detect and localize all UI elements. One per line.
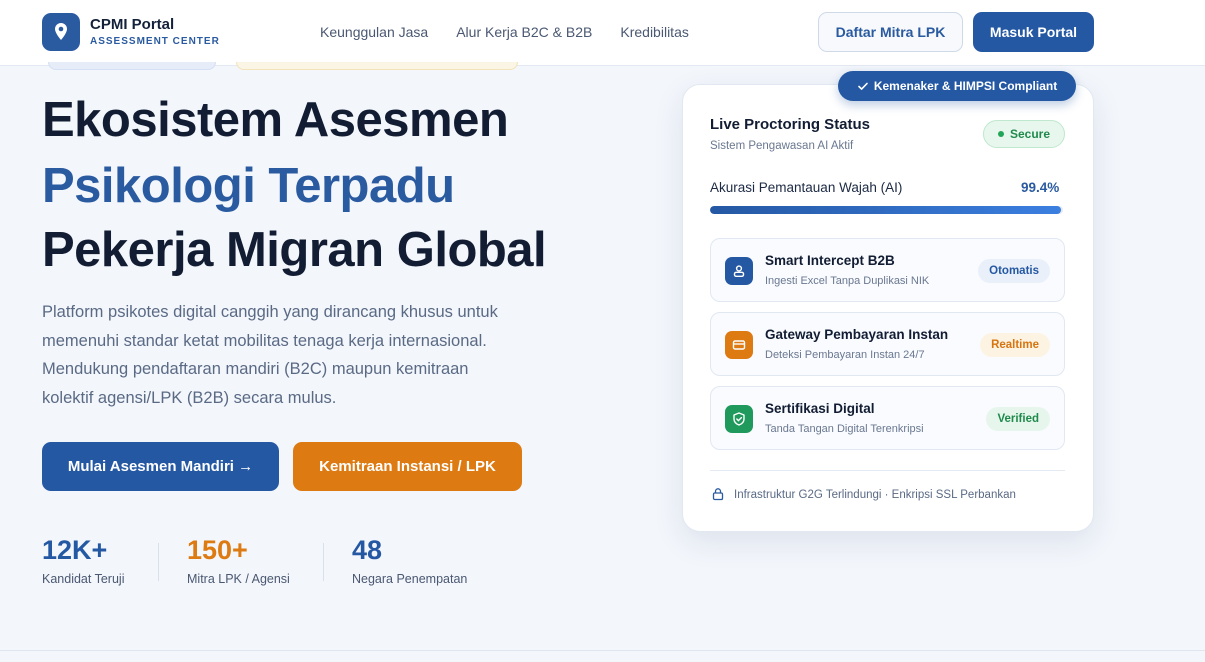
- credit-card-icon: [725, 331, 753, 359]
- stat-value: 48: [352, 535, 383, 565]
- section-divider: [0, 650, 1205, 651]
- stat-divider: [158, 543, 159, 581]
- hero-badge-peek: [236, 62, 518, 70]
- accuracy-label: Akurasi Pemantauan Wajah (AI): [710, 180, 903, 195]
- stat-label: Kandidat Teruji: [42, 572, 125, 586]
- feature-tag: Otomatis: [978, 259, 1050, 283]
- register-partner-button[interactable]: Daftar Mitra LPK: [818, 12, 963, 52]
- hero-heading-line2: Psikologi Terpadu: [42, 159, 455, 213]
- login-portal-button[interactable]: Masuk Portal: [973, 12, 1094, 52]
- hero-description: Platform psikotes digital canggih yang d…: [42, 303, 498, 407]
- brand-title: CPMI Portal: [90, 16, 175, 33]
- feature-smart-intercept: Smart Intercept B2B Ingesti Excel Tanpa …: [710, 238, 1065, 302]
- status-badge-label: Secure: [1009, 127, 1051, 141]
- status-dot-icon: [997, 131, 1004, 137]
- start-assessment-button[interactable]: Mulai Asesmen Mandiri →: [42, 442, 279, 491]
- stat-divider: [323, 543, 324, 581]
- stat-value: 12K+: [42, 535, 108, 565]
- compliance-badge: Kemenaker & HIMPSI Compliant: [838, 71, 1076, 101]
- feature-title: Gateway Pembayaran Instan: [765, 327, 949, 342]
- feature-subtitle: Deteksi Pembayaran Instan 24/7: [765, 349, 925, 361]
- nav-link-kredibilitas[interactable]: Kredibilitas: [620, 24, 688, 40]
- shield-check-icon: [725, 405, 753, 433]
- stat-candidates: 12K+ Kandidat Teruji: [42, 535, 124, 586]
- partnership-button[interactable]: Kemitraan Instansi / LPK: [293, 442, 522, 491]
- stat-countries: 48 Negara Penempatan: [352, 535, 467, 586]
- lock-icon: [712, 488, 724, 501]
- feature-tag: Realtime: [980, 333, 1050, 357]
- feature-title: Smart Intercept B2B: [765, 253, 895, 268]
- hero-heading-line1: Ekosistem Asesmen: [42, 93, 509, 147]
- accuracy-progress-bar: [710, 206, 1063, 214]
- feature-subtitle: Tanda Tangan Digital Terenkripsi: [765, 423, 924, 435]
- users-icon: [725, 257, 753, 285]
- brand-subtitle: ASSESSMENT CENTER: [90, 36, 220, 47]
- nav-link-alur-kerja[interactable]: Alur Kerja B2C & B2B: [456, 24, 592, 40]
- hero-badge-peek: [48, 62, 216, 70]
- nav-link-keunggulan[interactable]: Keunggulan Jasa: [320, 24, 428, 40]
- stat-label: Mitra LPK / Agensi: [187, 572, 290, 586]
- top-navbar: CPMI Portal ASSESSMENT CENTER Keunggulan…: [0, 0, 1205, 66]
- feature-tag: Verified: [986, 407, 1050, 431]
- card-divider: [710, 470, 1065, 471]
- card-footer-note: Infrastruktur G2G Terlindungi · Enkripsi…: [734, 489, 1016, 501]
- card-title: Live Proctoring Status: [710, 116, 871, 133]
- check-icon: [858, 82, 868, 90]
- accuracy-progress-fill: [710, 206, 1061, 214]
- location-pin-icon: [55, 23, 67, 40]
- accuracy-value: 99.4%: [1021, 180, 1060, 195]
- card-subtitle: Sistem Pengawasan AI Aktif: [710, 140, 854, 152]
- feature-title: Sertifikasi Digital: [765, 401, 875, 416]
- feature-payment-gateway: Gateway Pembayaran Instan Deteksi Pembay…: [710, 312, 1065, 376]
- feature-subtitle: Ingesti Excel Tanpa Duplikasi NIK: [765, 275, 930, 287]
- stat-value: 150+: [187, 535, 248, 565]
- compliance-badge-label: Kemenaker & HIMPSI Compliant: [873, 79, 1058, 93]
- stat-label: Negara Penempatan: [352, 572, 468, 586]
- status-badge: Secure: [983, 120, 1065, 148]
- hero-heading-line3: Pekerja Migran Global: [42, 223, 547, 277]
- feature-digital-certification: Sertifikasi Digital Tanda Tangan Digital…: [710, 386, 1065, 450]
- nav-links: Keunggulan Jasa Alur Kerja B2C & B2B Kre…: [320, 24, 689, 40]
- logo[interactable]: [42, 13, 80, 51]
- stat-partners: 150+ Mitra LPK / Agensi: [187, 535, 290, 586]
